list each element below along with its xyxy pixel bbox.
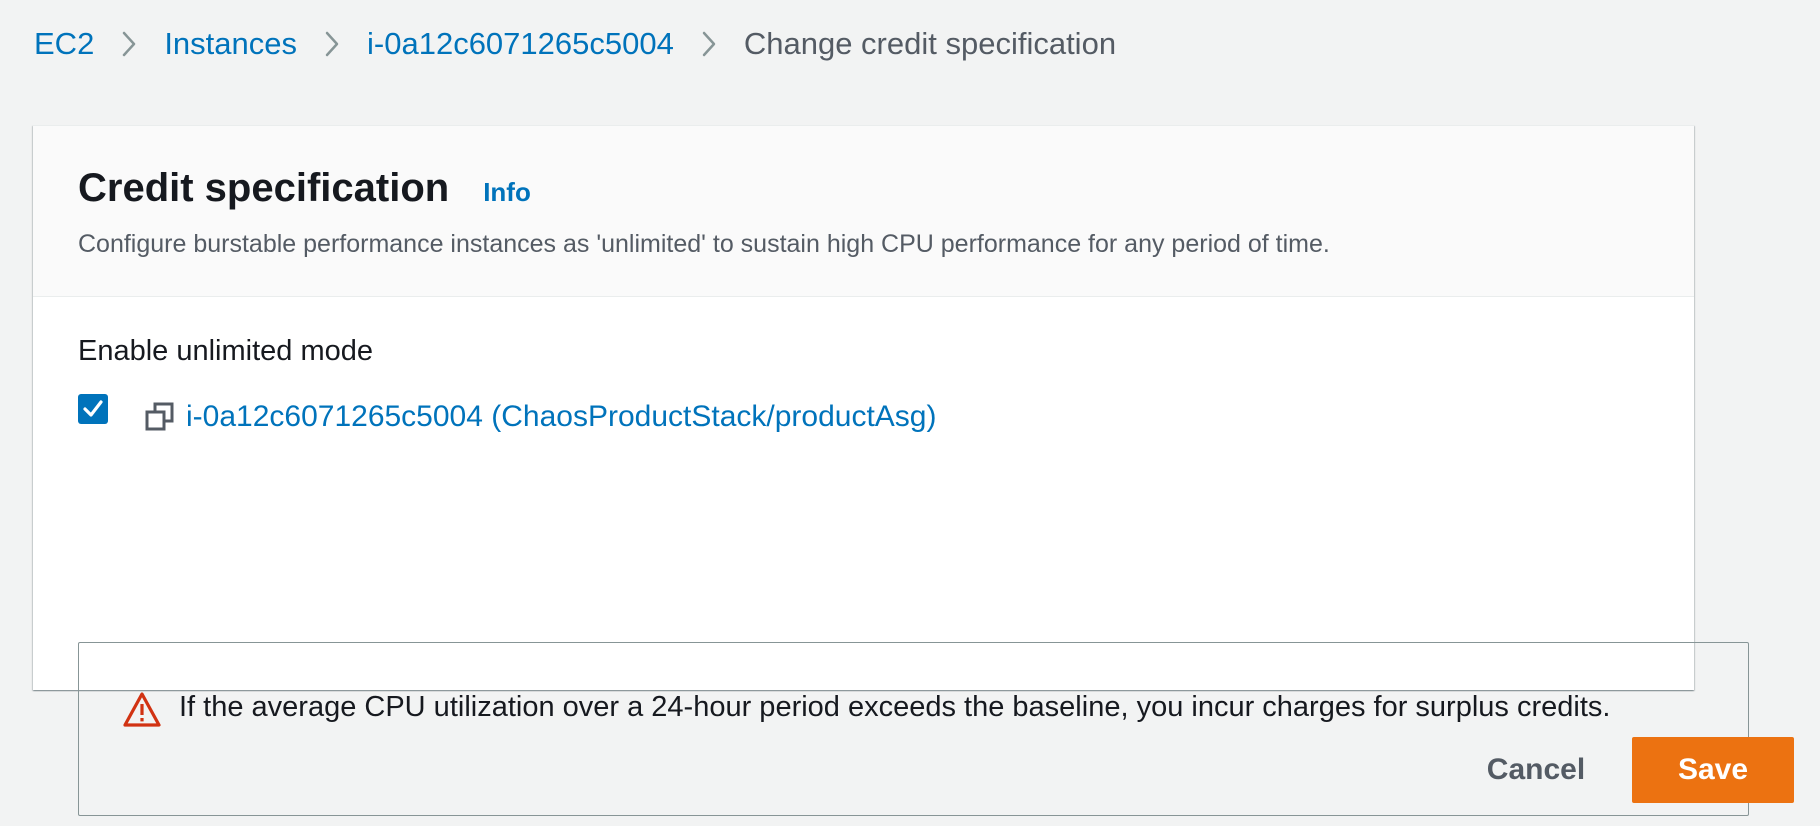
breadcrumb-instances-link[interactable]: Instances [164, 26, 297, 62]
breadcrumb-ec2-link[interactable]: EC2 [34, 26, 94, 62]
chevron-right-icon [674, 30, 744, 58]
save-button[interactable]: Save [1632, 737, 1794, 803]
unlimited-mode-checkbox[interactable] [78, 394, 108, 424]
warning-triangle-icon [123, 692, 161, 727]
breadcrumb-current: Change credit specification [743, 26, 1117, 61]
info-link[interactable]: Info [483, 177, 531, 208]
enable-unlimited-label: Enable unlimited mode [78, 335, 374, 367]
warning-text: If the average CPU utilization over a 24… [179, 691, 1611, 723]
chevron-right-icon [94, 30, 164, 58]
breadcrumb-instance-link[interactable]: i-0a12c6071265c5004 [367, 26, 674, 62]
panel-header: Credit specification Info Configure burs… [33, 126, 1694, 297]
copy-icon[interactable] [144, 401, 176, 433]
breadcrumb: EC2 Instances i-0a12c6071265c5004 Change… [34, 22, 1116, 66]
panel-title: Credit specification [78, 166, 450, 210]
instance-checkbox-row: i-0a12c6071265c5004 (ChaosProductStack/p… [78, 394, 936, 439]
cancel-button[interactable]: Cancel [1467, 737, 1605, 803]
credit-specification-panel: Credit specification Info Configure burs… [33, 125, 1749, 816]
instance-link[interactable]: i-0a12c6071265c5004 (ChaosProductStack/p… [186, 400, 936, 434]
check-icon [83, 400, 103, 417]
chevron-right-icon [297, 30, 367, 58]
panel-description: Configure burstable performance instance… [78, 230, 1330, 258]
